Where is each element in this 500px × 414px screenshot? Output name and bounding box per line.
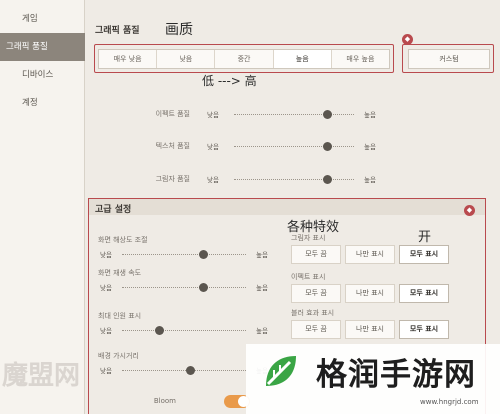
slider-track[interactable]: [234, 179, 354, 180]
annotation-on: 开: [418, 230, 432, 245]
slider-high-label: 높음: [256, 327, 268, 335]
slider-low-label: 낮음: [207, 176, 219, 184]
option-group-label: 그림자 표시: [291, 234, 326, 242]
slider-track[interactable]: [122, 370, 246, 371]
option-button[interactable]: 모두 표시: [399, 320, 449, 339]
site-watermark: 格润手游网 www.hngrjd.com: [246, 344, 500, 414]
sidebar-item-label: 그래픽 품질: [6, 42, 48, 52]
slider-track[interactable]: [234, 146, 354, 147]
sidebar-item-graphics[interactable]: 그래픽 품질: [0, 33, 85, 61]
graphics-section-title: 그래픽 품질: [95, 26, 140, 36]
sidebar-item-label: 디바이스: [22, 70, 54, 80]
preset-button[interactable]: 높음: [273, 50, 332, 68]
option-button[interactable]: 나만 표시: [345, 320, 395, 339]
slider-low-label: 낮음: [207, 143, 219, 151]
slider-label: 화면 재생 속도: [98, 269, 142, 277]
sidebar-item-label: 게임: [22, 14, 38, 24]
preset-button[interactable]: 낮음: [157, 50, 216, 68]
slider-low-label: 낮음: [100, 367, 112, 375]
slider-knob[interactable]: [199, 249, 209, 259]
option-button[interactable]: 나만 표시: [345, 245, 395, 264]
slider-high-label: 높음: [364, 143, 376, 151]
sidebar-item-account[interactable]: 계정: [0, 89, 85, 117]
slider-low-label: 낮음: [100, 251, 112, 259]
slider-low-label: 낮음: [100, 284, 112, 292]
option-group: 모두 끔 나만 표시 모두 표시: [291, 245, 449, 264]
option-group: 모두 끔 나만 표시 모두 표시: [291, 320, 449, 339]
preset-button[interactable]: 매우 높음: [332, 50, 389, 68]
custom-preset-button[interactable]: 커스텀: [408, 49, 490, 69]
slider-track[interactable]: [234, 114, 354, 115]
preset-button[interactable]: 중간: [215, 50, 274, 68]
sidebar-item-label: 계정: [22, 98, 38, 108]
slider-label: 텍스처 품질: [155, 142, 190, 150]
slider-knob[interactable]: [199, 282, 209, 292]
sidebar-item-device[interactable]: 디바이스: [0, 61, 85, 89]
slider-high-label: 높음: [256, 251, 268, 259]
leaf-logo-icon: [266, 356, 296, 386]
slider-high-label: 높음: [364, 176, 376, 184]
option-button[interactable]: 모두 끔: [291, 245, 341, 264]
slider-label: 그림자 품질: [155, 175, 190, 183]
slider-knob[interactable]: [323, 141, 333, 151]
slider-track[interactable]: [122, 254, 246, 255]
watermark-title: 格润手游网: [316, 357, 476, 393]
slider-high-label: 높음: [256, 284, 268, 292]
option-button[interactable]: 모두 끔: [291, 284, 341, 303]
slider-track[interactable]: [122, 330, 246, 331]
advanced-header: [89, 199, 485, 215]
option-button[interactable]: 나만 표시: [345, 284, 395, 303]
slider-label: 화면 해상도 조절: [98, 236, 148, 244]
slider-knob[interactable]: [323, 174, 333, 184]
slider-knob[interactable]: [323, 109, 333, 119]
option-button[interactable]: 모두 표시: [399, 284, 449, 303]
tag-icon: ◆: [402, 34, 413, 45]
annotation-range: 低 ---> 高: [202, 74, 257, 88]
preset-button[interactable]: 매우 낮음: [99, 50, 158, 68]
slider-knob[interactable]: [185, 365, 195, 375]
slider-low-label: 낮음: [207, 111, 219, 119]
option-group-label: 블러 효과 표시: [291, 309, 335, 317]
slider-track[interactable]: [122, 287, 246, 288]
watermark-url: www.hngrjd.com: [420, 398, 479, 406]
slider-label: 최대 인원 표시: [98, 312, 142, 320]
option-group-label: 이펙트 표시: [291, 273, 326, 281]
ghost-watermark: 魔盟网: [2, 361, 81, 391]
option-button[interactable]: 모두 끔: [291, 320, 341, 339]
tag-icon: ◆: [464, 205, 475, 216]
slider-label: 이펙트 품질: [155, 110, 190, 118]
slider-knob[interactable]: [154, 325, 164, 335]
slider-high-label: 높음: [364, 111, 376, 119]
option-group: 모두 끔 나만 표시 모두 표시: [291, 284, 449, 303]
annotation-title: 画质: [165, 22, 193, 38]
advanced-section-title: 고급 설정: [95, 205, 132, 215]
bloom-label: Bloom: [153, 397, 176, 405]
sidebar: 게임 그래픽 품질 디바이스 계정: [0, 0, 85, 414]
slider-low-label: 낮음: [100, 327, 112, 335]
slider-label: 배경 가시거리: [98, 352, 139, 360]
sidebar-item-game[interactable]: 게임: [0, 5, 85, 33]
option-button[interactable]: 모두 표시: [399, 245, 449, 264]
quality-preset-bar: 매우 낮음 낮음 중간 높음 매우 높음: [98, 49, 390, 69]
